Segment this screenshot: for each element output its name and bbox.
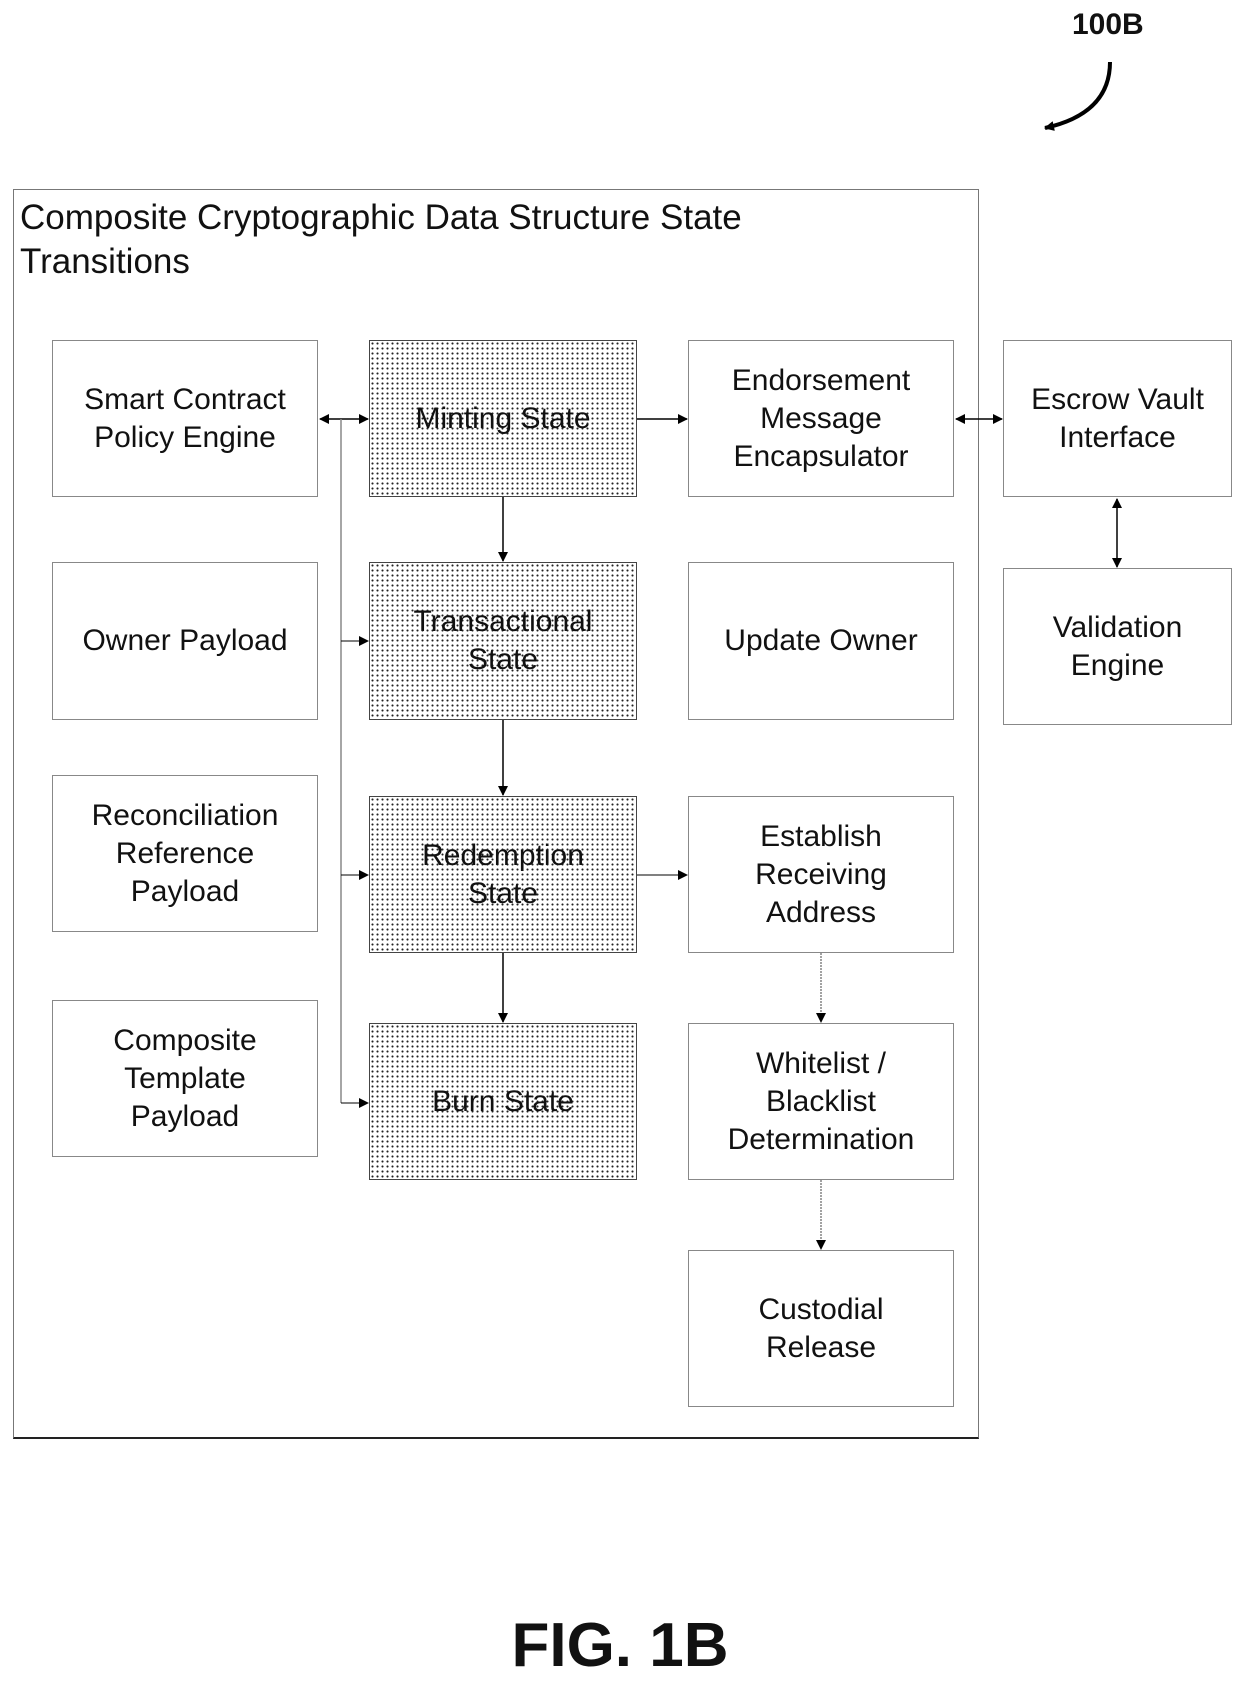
- reference-pointer-arrow: [1044, 61, 1112, 131]
- figure-label: FIG. 1B: [511, 1611, 729, 1680]
- connector-layer: [319, 61, 1122, 1250]
